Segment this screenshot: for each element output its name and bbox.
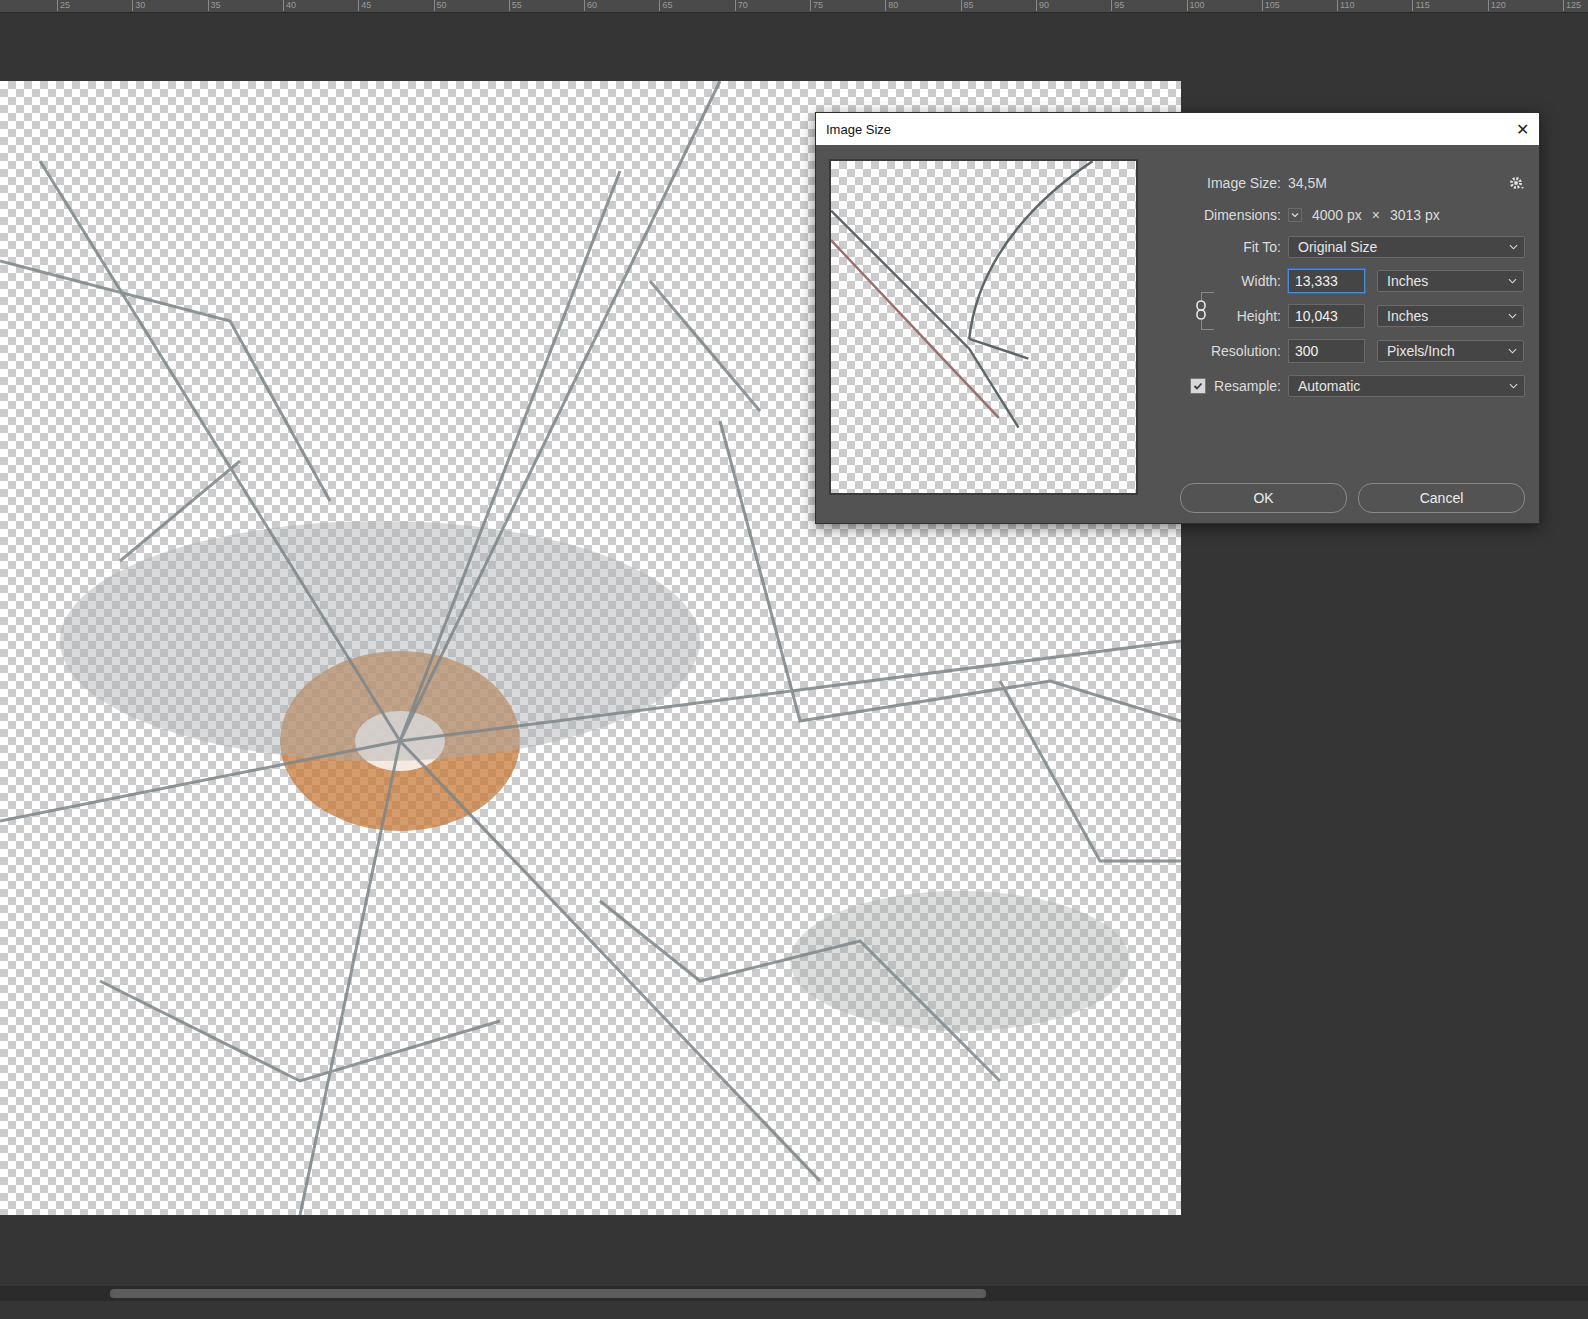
ruler-tick: 35 [208,0,221,11]
ruler-tick: 40 [283,0,296,11]
ruler-tick: 55 [509,0,522,11]
dialog-title: Image Size [826,122,891,137]
dialog-button[interactable]: Cancel [1358,483,1525,513]
chevron-down-icon [1508,278,1517,284]
dialog-button[interactable]: OK [1180,483,1347,513]
chain-link-icon[interactable] [1195,300,1207,320]
field-label: Resolution: [1163,337,1281,364]
horizontal-scrollbar[interactable] [0,1286,1588,1301]
chevron-down-icon[interactable] [1288,208,1302,222]
unit-dropdown[interactable]: Inches [1377,305,1524,327]
fit-to-dropdown[interactable]: Original Size [1288,236,1525,258]
preview-image [831,161,1136,493]
chevron-down-icon [1509,244,1518,250]
ruler-tick: 30 [132,0,145,11]
ruler-tick: 115 [1412,0,1429,11]
dimensions-times: × [1372,207,1380,223]
ruler-tick: 110 [1337,0,1354,11]
dimensions-height: 3013 px [1390,207,1440,223]
chevron-down-icon [1509,383,1518,389]
unit-dropdown[interactable]: Pixels/Inch [1377,340,1524,362]
number-input[interactable]: 10,043 [1288,304,1365,328]
dimensions-width: 4000 px [1312,207,1362,223]
ruler-tick: 75 [810,0,823,11]
ruler-tick: 25 [57,0,70,11]
unit-dropdown[interactable]: Inches [1377,270,1524,292]
image-size-label: Image Size: [1163,171,1281,195]
number-input[interactable]: 13,333 [1288,269,1365,293]
fit-to-label: Fit To: [1163,235,1281,259]
chevron-down-icon [1508,313,1517,319]
ruler-tick: 85 [961,0,974,11]
scrollbar-thumb[interactable] [110,1289,987,1298]
number-input[interactable]: 300 [1288,339,1365,363]
ruler-tick: 65 [659,0,672,11]
checkmark-icon [1192,380,1204,392]
image-size-dialog: Image Size ✕ Image Size: 34,5M Dimension… [815,112,1540,524]
resample-checkbox[interactable] [1190,378,1206,394]
photoshop-workspace: 25 30 35 40 45 50 55 60 65 70 75 80 85 90 95 100 105 110 1… [0,0,1588,1319]
gear-icon[interactable] [1509,175,1525,191]
ruler-tick: 50 [434,0,447,11]
field-label: Width: [1163,267,1281,294]
ruler-tick: 100 [1187,0,1205,11]
image-preview[interactable] [829,159,1138,495]
chevron-down-icon [1508,348,1517,354]
field-label: Height: [1163,302,1281,329]
close-button[interactable]: ✕ [1516,120,1529,139]
dimensions-label: Dimensions: [1163,203,1281,227]
ruler-tick: 60 [584,0,597,11]
top-ruler: 25 30 35 40 45 50 55 60 65 70 75 80 85 90 95 100 105 110 1… [0,0,1588,13]
ruler-tick: 120 [1488,0,1506,11]
ruler-tick: 80 [885,0,898,11]
resample-dropdown[interactable]: Automatic [1288,375,1525,397]
ruler-tick: 95 [1111,0,1124,11]
ruler-tick: 125 [1563,0,1581,11]
image-size-value: 34,5M [1288,175,1327,191]
resample-label: Resample: [1214,378,1281,394]
ruler-tick: 90 [1036,0,1049,11]
dialog-titlebar[interactable]: Image Size ✕ [816,113,1539,145]
ruler-tick: 70 [735,0,748,11]
ruler-tick: 105 [1262,0,1280,11]
ruler-tick: 45 [358,0,371,11]
